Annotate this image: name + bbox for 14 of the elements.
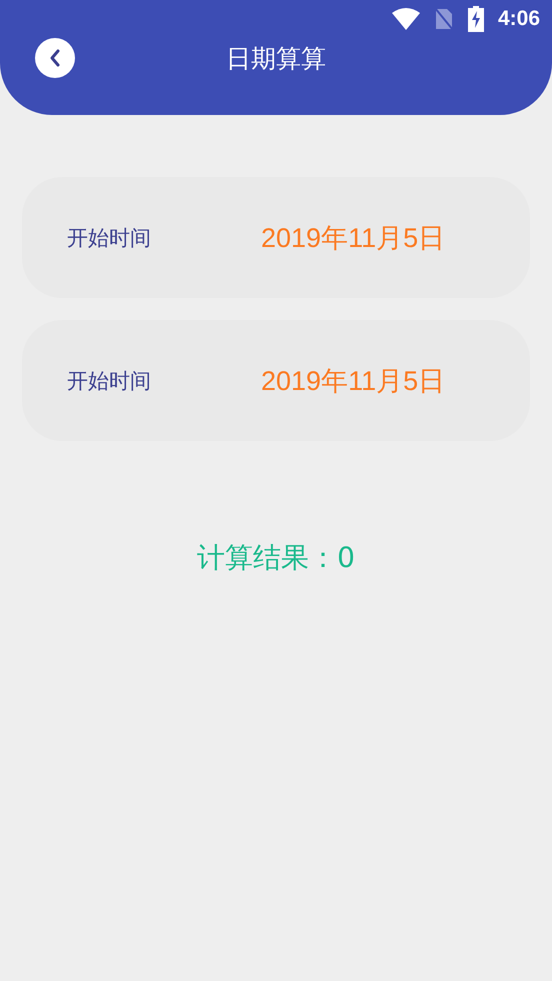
row-label: 开始时间	[67, 368, 152, 394]
no-sim-icon	[434, 7, 454, 31]
back-button[interactable]	[35, 38, 75, 78]
chevron-left-icon	[48, 48, 62, 68]
date-value: 2019年11月5日	[261, 222, 446, 254]
status-time: 4:06	[498, 7, 540, 31]
date-value: 2019年11月5日	[261, 364, 446, 398]
screen-title: 日期算算	[226, 42, 326, 74]
row-label: 开始时间	[67, 224, 152, 252]
battery-charging-icon	[468, 6, 484, 32]
result-text: 计算结果：0	[197, 540, 355, 576]
date-row[interactable]: 开始时间 2019年11月5日	[22, 320, 530, 441]
date-row[interactable]: 开始时间 2019年11月5日	[22, 177, 530, 298]
wifi-icon	[392, 8, 420, 30]
